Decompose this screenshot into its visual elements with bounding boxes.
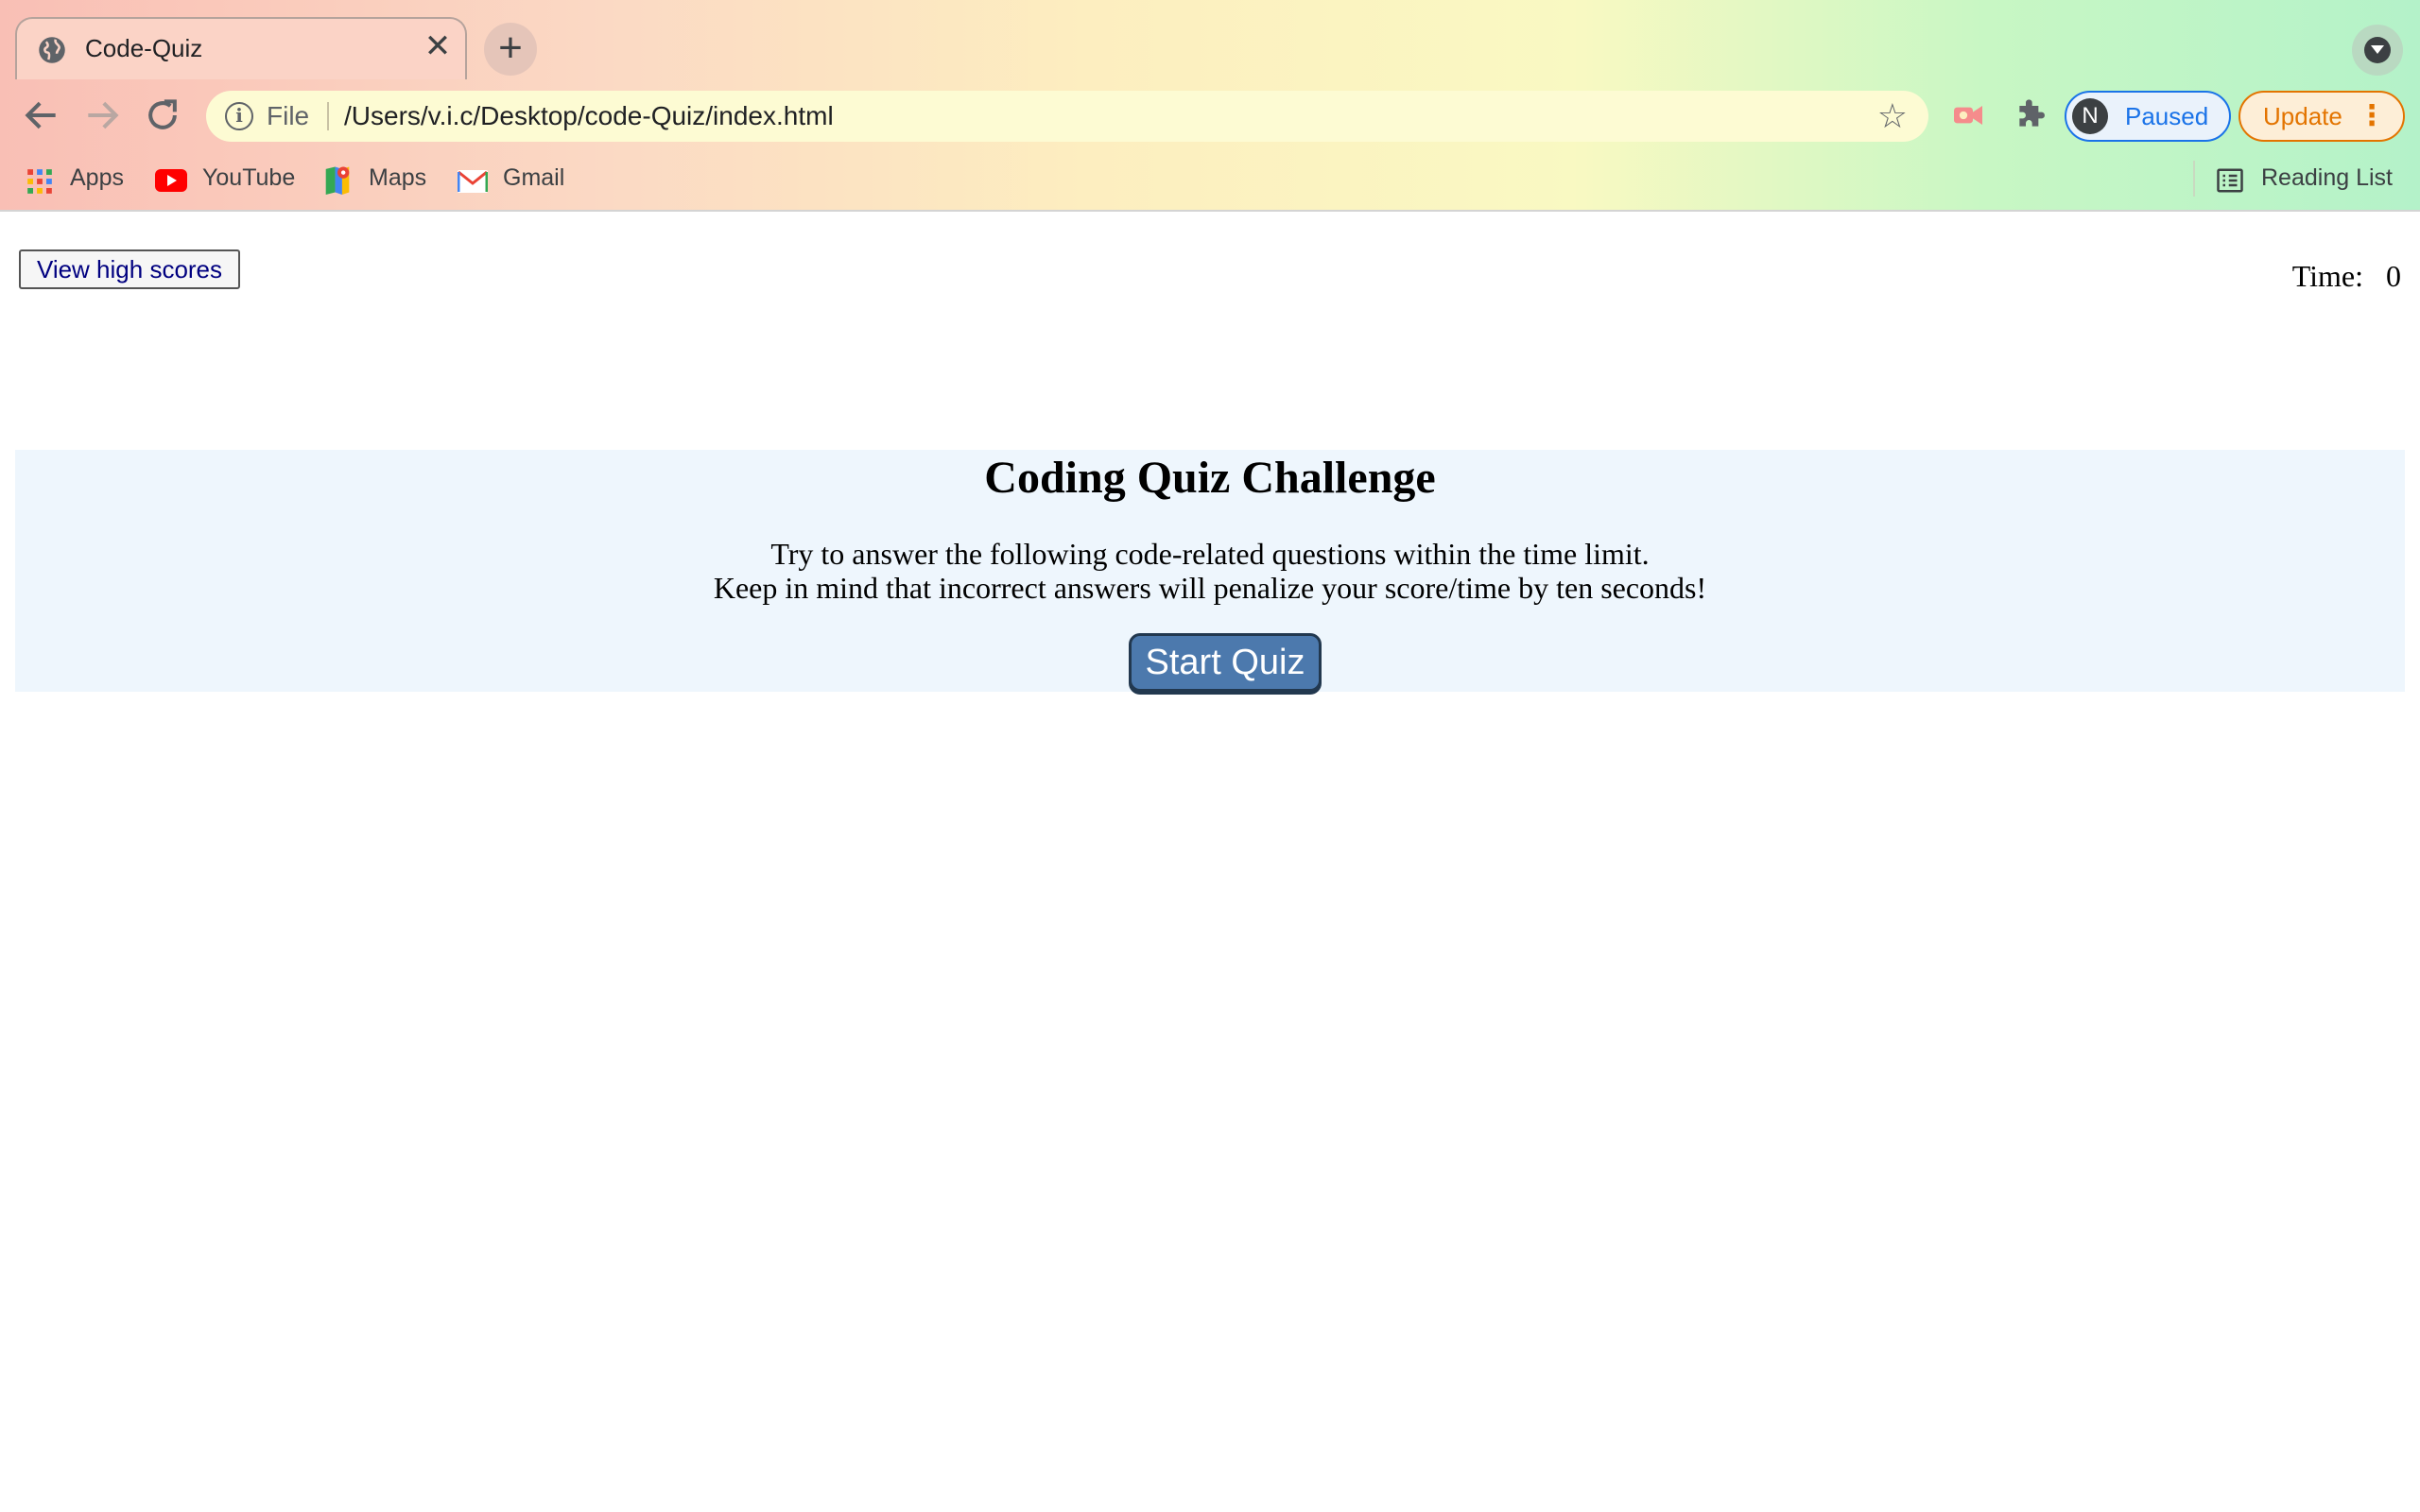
screencast-extension-icon[interactable] [1949, 96, 1987, 134]
instructions-line-1: Try to answer the following code-related… [770, 537, 1650, 571]
close-tab-icon[interactable]: ✕ [422, 30, 454, 62]
bookmark-youtube[interactable]: YouTube [155, 163, 306, 197]
time-label: Time: [2291, 259, 2363, 293]
update-button[interactable]: Update ⋮ [2238, 91, 2405, 142]
bookmark-gmail[interactable]: Gmail [458, 163, 571, 197]
address-bar[interactable]: i File /Users/v.i.c/Desktop/code-Quiz/in… [206, 91, 1928, 142]
time-value: 0 [2386, 259, 2401, 293]
bookmark-apps[interactable]: Apps [26, 163, 140, 197]
site-info-icon[interactable]: i [225, 102, 253, 130]
update-label: Update [2263, 102, 2342, 130]
extensions-puzzle-icon[interactable] [2012, 96, 2049, 134]
browser-chrome: Code-Quiz ✕ + i File /Users/v.i.c/Deskto… [0, 0, 2420, 212]
bookmark-label: YouTube [202, 164, 296, 191]
back-arrow-icon[interactable] [21, 94, 62, 136]
timer: Time: 0 [2292, 259, 2401, 294]
profile-paused-button[interactable]: N Paused [2065, 91, 2231, 142]
start-quiz-button[interactable]: Start Quiz [1129, 633, 1322, 692]
new-tab-button[interactable]: + [484, 23, 537, 76]
bookmark-star-icon[interactable]: ☆ [1877, 98, 1908, 134]
maps-icon [325, 166, 350, 195]
bookmark-label: Maps [369, 164, 427, 191]
bookmark-maps[interactable]: Maps [323, 163, 437, 197]
reading-list-label: Reading List [2261, 164, 2393, 191]
gmail-icon [458, 170, 488, 193]
url-text[interactable]: /Users/v.i.c/Desktop/code-Quiz/index.htm… [344, 101, 834, 131]
bookmarks-divider [2193, 161, 2195, 197]
page-title: Coding Quiz Challenge [984, 453, 1436, 503]
tab-title: Code-Quiz [85, 34, 203, 62]
reading-list-icon [2217, 168, 2243, 193]
view-high-scores-button[interactable]: View high scores [19, 249, 240, 289]
browser-tab[interactable]: Code-Quiz ✕ [15, 17, 467, 79]
instructions-line-2: Keep in mind that incorrect answers will… [713, 571, 1707, 605]
paused-label: Paused [2125, 102, 2209, 130]
avatar: N [2072, 98, 2108, 134]
reload-icon[interactable] [142, 94, 183, 136]
bookmark-label: Gmail [503, 164, 565, 191]
more-menu-icon[interactable]: ⋮ [2358, 100, 2386, 132]
quiz-intro-panel: Coding Quiz Challenge Try to answer the … [15, 450, 2405, 692]
apps-grid-icon [27, 169, 52, 194]
forward-arrow-icon[interactable] [81, 94, 123, 136]
scheme-label: File [267, 101, 310, 130]
youtube-icon [155, 169, 187, 192]
bookmark-label: Apps [70, 164, 124, 191]
address-divider [327, 102, 329, 130]
tab-search-button[interactable] [2352, 25, 2403, 76]
globe-icon [39, 37, 65, 63]
reading-list-button[interactable]: Reading List [2216, 163, 2405, 197]
